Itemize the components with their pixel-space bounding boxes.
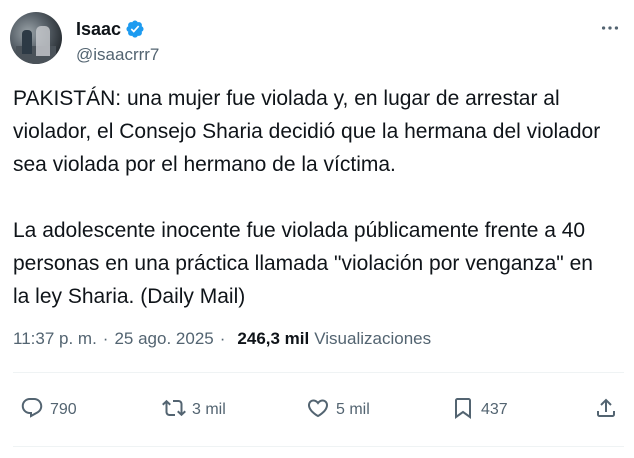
bookmark-icon (451, 396, 475, 425)
reply-button[interactable]: 790 (20, 392, 77, 428)
tweet-time[interactable]: 11:37 p. m. (13, 329, 97, 349)
reply-icon (20, 396, 44, 425)
bookmark-button[interactable]: 437 (451, 392, 508, 428)
like-count: 5 mil (336, 401, 370, 418)
author-display-name[interactable]: Isaac (76, 19, 121, 40)
tweet-header: Isaac @isaacrrr7 (10, 12, 624, 64)
share-button[interactable] (594, 392, 618, 428)
heart-icon (306, 396, 330, 425)
tweet-paragraph: La adolescente inocente fue violada públ… (13, 219, 593, 308)
author-name-line: Isaac (76, 18, 145, 40)
tweet-date[interactable]: 25 ago. 2025 (114, 329, 213, 349)
tweet-text: PAKISTÁN: una mujer fue violada y, en lu… (13, 82, 613, 313)
share-icon (594, 396, 618, 425)
meta-separator: · (219, 329, 226, 348)
like-button[interactable]: 5 mil (306, 392, 370, 428)
avatar[interactable] (10, 12, 62, 64)
repost-button[interactable]: 3 mil (162, 392, 226, 428)
meta-separator: · (102, 329, 109, 348)
action-bar: 790 3 mil 5 mil 437 (0, 392, 634, 428)
more-options-icon[interactable] (598, 18, 622, 38)
avatar-figure (36, 26, 50, 56)
verified-badge-icon[interactable] (125, 19, 145, 39)
avatar-figure (22, 30, 32, 54)
author-handle[interactable]: @isaacrrr7 (76, 45, 159, 65)
divider (13, 372, 624, 373)
repost-icon (162, 396, 186, 425)
tweet-paragraph: PAKISTÁN: una mujer fue violada y, en lu… (13, 87, 601, 176)
tweet-meta: 11:37 p. m. · 25 ago. 2025 · 246,3 mil V… (13, 329, 431, 349)
repost-count: 3 mil (192, 401, 226, 418)
views-label: Visualizaciones (314, 329, 432, 348)
divider (13, 446, 624, 447)
views-count: 246,3 mil (237, 329, 310, 348)
reply-count: 790 (50, 401, 77, 418)
bookmark-count: 437 (481, 401, 508, 418)
